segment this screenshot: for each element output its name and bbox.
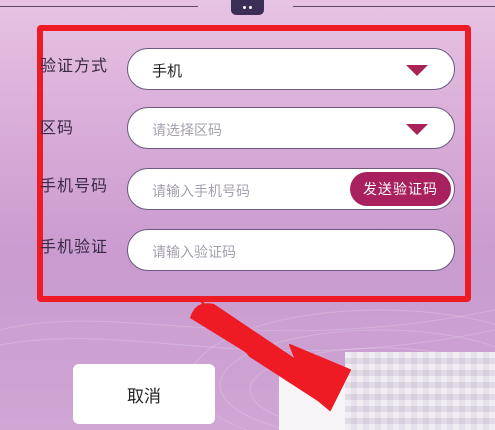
method-row: 验证方式 手机 (0, 48, 495, 92)
top-divider-left (0, 6, 198, 7)
triangle-down-icon[interactable] (406, 124, 428, 135)
send-code-button[interactable]: 发送验证码 (350, 172, 451, 206)
code-placeholder: 请输入验证码 (152, 245, 236, 261)
pixelated-region (345, 352, 495, 430)
phone-label: 手机号码 (40, 176, 109, 195)
phone-placeholder: 请输入手机号码 (152, 184, 250, 200)
code-row: 手机验证 请输入验证码 (0, 229, 495, 273)
method-value: 手机 (152, 62, 183, 80)
region-select[interactable]: 请选择区码 (127, 107, 455, 149)
top-divider-right (293, 6, 495, 7)
region-placeholder: 请选择区码 (152, 123, 222, 139)
triangle-down-icon[interactable] (406, 65, 428, 76)
cancel-button[interactable]: 取消 (73, 364, 215, 424)
phone-field[interactable]: 请输入手机号码 发送验证码 (127, 168, 455, 210)
region-label: 区码 (40, 118, 75, 137)
code-label: 手机验证 (40, 237, 109, 256)
more-dots-icon[interactable] (231, 0, 264, 15)
method-label: 验证方式 (40, 56, 109, 75)
code-field[interactable]: 请输入验证码 (127, 229, 455, 271)
method-select[interactable]: 手机 (127, 48, 455, 90)
phone-row: 手机号码 请输入手机号码 发送验证码 (0, 168, 495, 212)
region-row: 区码 请选择区码 (0, 107, 495, 151)
